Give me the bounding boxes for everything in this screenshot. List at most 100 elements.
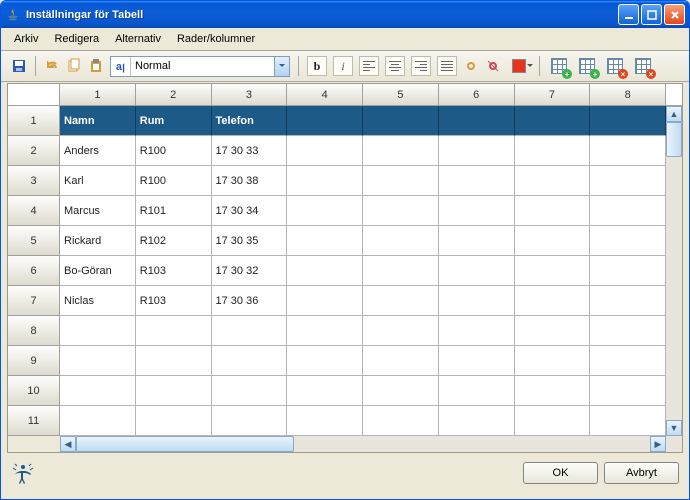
cell[interactable] (60, 316, 136, 346)
cell[interactable] (439, 226, 515, 256)
cell[interactable]: R100 (136, 136, 212, 166)
cell[interactable] (363, 316, 439, 346)
cell[interactable] (515, 346, 591, 376)
cell[interactable]: R100 (136, 166, 212, 196)
row-header[interactable]: 10 (8, 376, 60, 406)
scroll-thumb[interactable] (666, 122, 682, 157)
cell[interactable]: Rickard (60, 226, 136, 256)
cell[interactable] (287, 106, 363, 136)
cell[interactable]: R103 (136, 286, 212, 316)
cell[interactable] (590, 406, 666, 436)
cell[interactable] (590, 166, 666, 196)
cell[interactable] (287, 406, 363, 436)
unlink-icon[interactable] (485, 58, 501, 74)
chevron-down-icon[interactable] (274, 57, 289, 76)
column-header[interactable]: 7 (515, 84, 591, 106)
menu-alternativ[interactable]: Alternativ (108, 31, 168, 47)
cell[interactable] (363, 376, 439, 406)
scroll-left-icon[interactable]: ◀ (60, 436, 76, 452)
ok-button[interactable]: OK (523, 462, 598, 484)
cell[interactable] (515, 406, 591, 436)
cell[interactable]: Namn (60, 106, 136, 136)
cell[interactable] (439, 316, 515, 346)
cell[interactable] (287, 166, 363, 196)
cell[interactable] (363, 286, 439, 316)
cell[interactable] (515, 196, 591, 226)
cell[interactable] (590, 196, 666, 226)
cancel-button[interactable]: Avbryt (604, 462, 679, 484)
align-right-button[interactable] (411, 56, 431, 76)
row-header[interactable]: 4 (8, 196, 60, 226)
cell[interactable]: R101 (136, 196, 212, 226)
cell[interactable] (590, 316, 666, 346)
cell[interactable]: R103 (136, 256, 212, 286)
corner-cell[interactable] (8, 84, 60, 106)
menu-rader-kolumner[interactable]: Rader/kolumner (170, 31, 262, 47)
cell[interactable] (590, 376, 666, 406)
cell[interactable] (363, 106, 439, 136)
cell[interactable] (212, 406, 288, 436)
cell[interactable] (287, 346, 363, 376)
cell[interactable] (590, 106, 666, 136)
link-icon[interactable] (463, 58, 479, 74)
scroll-thumb[interactable] (76, 436, 294, 452)
save-icon[interactable] (11, 58, 27, 74)
row-header[interactable]: 7 (8, 286, 60, 316)
cell[interactable] (212, 316, 288, 346)
cell[interactable] (287, 196, 363, 226)
insert-row-button[interactable]: + (548, 55, 570, 77)
cell[interactable] (287, 226, 363, 256)
cell[interactable] (363, 136, 439, 166)
cell[interactable]: 17 30 34 (212, 196, 288, 226)
scroll-up-icon[interactable]: ▲ (666, 106, 682, 122)
cell[interactable] (515, 256, 591, 286)
cell[interactable] (439, 286, 515, 316)
copy-icon[interactable] (66, 58, 82, 74)
cell[interactable] (590, 286, 666, 316)
cell[interactable] (590, 226, 666, 256)
row-header[interactable]: 1 (8, 106, 60, 136)
cell[interactable] (515, 106, 591, 136)
cell[interactable] (363, 166, 439, 196)
insert-column-button[interactable]: + (576, 55, 598, 77)
cell[interactable]: Anders (60, 136, 136, 166)
cell[interactable]: 17 30 33 (212, 136, 288, 166)
cell[interactable] (439, 166, 515, 196)
align-center-button[interactable] (385, 56, 405, 76)
cell[interactable]: Niclas (60, 286, 136, 316)
cell[interactable] (287, 136, 363, 166)
cell[interactable] (287, 286, 363, 316)
cell[interactable] (287, 316, 363, 346)
cell[interactable] (515, 136, 591, 166)
row-header[interactable]: 3 (8, 166, 60, 196)
cell[interactable] (60, 406, 136, 436)
cell[interactable]: 17 30 36 (212, 286, 288, 316)
cell[interactable] (363, 256, 439, 286)
color-picker[interactable] (507, 58, 531, 74)
cell[interactable] (515, 226, 591, 256)
cell[interactable] (515, 376, 591, 406)
row-header[interactable]: 8 (8, 316, 60, 346)
column-header[interactable]: 6 (439, 84, 515, 106)
cell[interactable]: Marcus (60, 196, 136, 226)
paste-icon[interactable] (88, 58, 104, 74)
menu-arkiv[interactable]: Arkiv (7, 31, 45, 47)
column-header[interactable]: 8 (590, 84, 666, 106)
cell[interactable] (363, 226, 439, 256)
undo-icon[interactable] (44, 58, 60, 74)
cell[interactable] (439, 106, 515, 136)
vertical-scrollbar[interactable]: ▲ ▼ (666, 106, 682, 436)
align-justify-button[interactable] (437, 56, 457, 76)
accessibility-icon[interactable] (9, 461, 37, 485)
delete-column-button[interactable]: × (632, 55, 654, 77)
column-header[interactable]: 3 (212, 84, 288, 106)
cell[interactable]: Rum (136, 106, 212, 136)
cell[interactable] (439, 346, 515, 376)
cell[interactable] (287, 256, 363, 286)
cell[interactable] (515, 166, 591, 196)
bold-button[interactable]: b (307, 56, 327, 76)
cell[interactable]: R102 (136, 226, 212, 256)
row-header[interactable]: 5 (8, 226, 60, 256)
titlebar[interactable]: Inställningar för Tabell (1, 1, 689, 28)
cell[interactable] (515, 286, 591, 316)
